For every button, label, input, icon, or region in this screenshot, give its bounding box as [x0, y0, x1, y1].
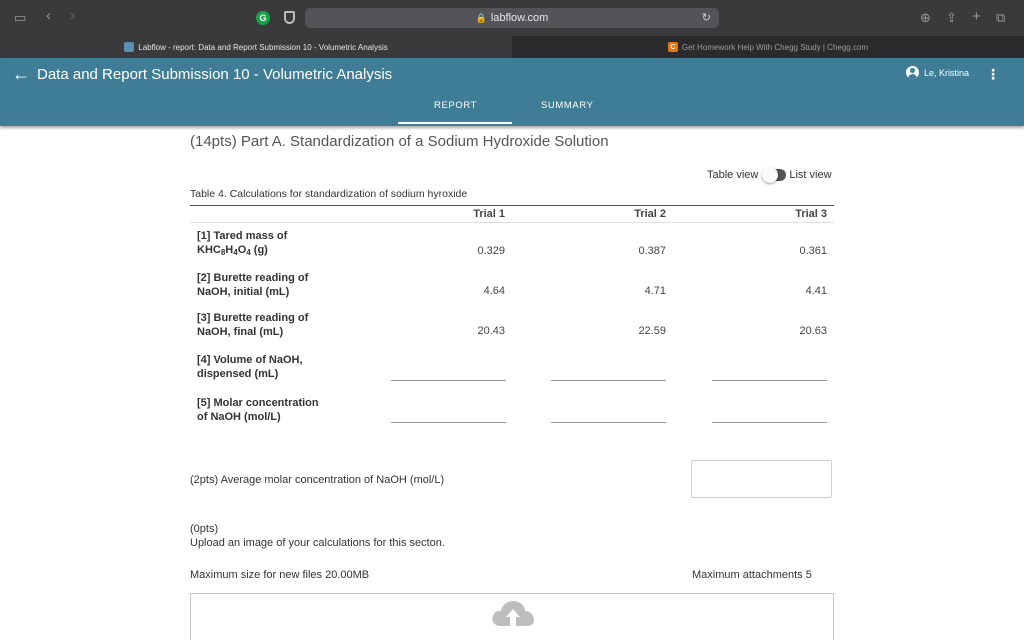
row-label-volume-dispensed: [4] Volume of NaOH, dispensed (mL): [197, 353, 377, 381]
browser-toolbar: ▭ ‹ › G 🔒 labflow.com ↻ ⊕ ⇪ + ⧉: [0, 0, 1024, 36]
switch-knob: [762, 167, 779, 183]
max-file-size: Maximum size for new files 20.00MB: [190, 569, 370, 581]
address-bar[interactable]: 🔒 labflow.com ↻: [305, 8, 719, 28]
grammarly-extension-icon[interactable]: G: [256, 11, 270, 25]
lock-icon: 🔒: [475, 12, 487, 23]
file-drop-zone[interactable]: [190, 593, 834, 640]
back-icon[interactable]: ‹: [46, 7, 51, 24]
cell-r1-trial-3: 0.361: [799, 245, 827, 257]
table-top-rule: [190, 205, 834, 206]
max-attachments: Maximum attachments 5: [692, 569, 812, 581]
row-label-line: [2] Burette reading of: [197, 272, 309, 284]
new-tab-icon[interactable]: +: [972, 8, 981, 25]
upload-points: (0pts): [190, 523, 219, 535]
tab-summary[interactable]: SUMMARY: [541, 100, 594, 111]
page-title: Data and Report Submission 10 - Volumetr…: [37, 66, 393, 83]
cell-r2-trial-2: 4.71: [644, 285, 666, 297]
row-label-burette-final: [3] Burette reading of NaOH, final (mL): [197, 311, 377, 339]
browser-tab-strip: Labflow - report: Data and Report Submis…: [0, 36, 1024, 58]
account-icon: [905, 66, 919, 79]
cell-r2-trial-3: 4.41: [805, 285, 827, 297]
upload-description: Upload an image of your calculations for…: [190, 537, 445, 549]
cell-r3-trial-2: 22.59: [638, 325, 666, 337]
row-label-line: NaOH, final (mL): [197, 326, 284, 338]
privacy-shield-icon[interactable]: [284, 11, 295, 24]
tab-labflow[interactable]: Labflow - report: Data and Report Submis…: [0, 36, 512, 58]
volume-input-trial-2[interactable]: [551, 380, 666, 381]
cell-r1-trial-1: 0.329: [477, 245, 505, 257]
user-name: Le, Kristina: [923, 67, 969, 78]
active-tab-indicator: [398, 122, 512, 124]
table-header-rule: [190, 222, 834, 223]
row-label-line: [5] Molar concentration: [197, 397, 319, 409]
row-label-molar-concentration: [5] Molar concentration of NaOH (mol/L): [197, 396, 377, 424]
cell-r3-trial-1: 20.43: [477, 325, 505, 337]
tab-label: Get Homework Help With Chegg Study | Che…: [681, 42, 869, 52]
more-options-icon[interactable]: ⋮: [986, 66, 1000, 83]
row-label-line: NaOH, initial (mL): [197, 286, 290, 298]
download-icon[interactable]: ⊕: [920, 10, 931, 26]
cell-r3-trial-3: 20.63: [799, 325, 827, 337]
tab-report[interactable]: REPORT: [434, 100, 477, 111]
concentration-input-trial-2[interactable]: [551, 422, 666, 423]
column-header-trial-1: Trial 1: [473, 208, 505, 220]
cell-r1-trial-2: 0.387: [638, 245, 666, 257]
labflow-favicon-icon: [124, 42, 135, 52]
sidebar-icon[interactable]: ▭: [14, 10, 26, 26]
url-text: labflow.com: [490, 12, 549, 24]
column-header-trial-3: Trial 3: [795, 208, 827, 220]
share-icon[interactable]: ⇪: [946, 10, 957, 26]
average-concentration-input[interactable]: [691, 460, 832, 498]
reload-icon[interactable]: ↻: [702, 11, 711, 24]
row-label-tared-mass: [1] Tared mass of KHC8H4O4 (g): [197, 229, 377, 260]
chegg-favicon-icon: C: [667, 42, 678, 52]
table-caption: Table 4. Calculations for standardizatio…: [190, 188, 468, 200]
section-title: (14pts) Part A. Standardization of a Sod…: [190, 133, 609, 150]
volume-input-trial-3[interactable]: [712, 380, 827, 381]
tab-overview-icon[interactable]: ⧉: [996, 10, 1005, 26]
view-toggle[interactable]: Table view List view: [707, 167, 832, 183]
column-header-trial-2: Trial 2: [634, 208, 666, 220]
cell-r2-trial-1: 4.64: [483, 285, 505, 297]
row-label-line: of NaOH (mol/L): [197, 411, 281, 423]
back-arrow-icon[interactable]: ←: [12, 64, 30, 85]
list-view-label: List view: [789, 169, 832, 181]
user-menu[interactable]: Le, Kristina: [905, 66, 969, 79]
row-label-line: [4] Volume of NaOH,: [197, 354, 303, 366]
row-label-line: dispensed (mL): [197, 368, 279, 380]
table-view-label: Table view: [707, 169, 759, 181]
cloud-upload-icon: [492, 601, 534, 626]
average-concentration-label: (2pts) Average molar concentration of Na…: [190, 474, 445, 486]
row-label-burette-initial: [2] Burette reading of NaOH, initial (mL…: [197, 271, 377, 299]
app-header: ← Data and Report Submission 10 - Volume…: [0, 58, 1024, 126]
concentration-input-trial-3[interactable]: [712, 422, 827, 423]
volume-input-trial-1[interactable]: [391, 380, 506, 381]
row-label-line: [3] Burette reading of: [197, 312, 309, 324]
forward-icon[interactable]: ›: [70, 7, 75, 24]
concentration-input-trial-1[interactable]: [391, 422, 506, 423]
view-switch[interactable]: [762, 167, 787, 183]
tab-chegg[interactable]: C Get Homework Help With Chegg Study | C…: [512, 36, 1024, 58]
row-label-line: [1] Tared mass of: [197, 230, 288, 242]
tab-label: Labflow - report: Data and Report Submis…: [138, 42, 388, 52]
row-label-line: KHC8H4O4 (g): [197, 244, 268, 257]
